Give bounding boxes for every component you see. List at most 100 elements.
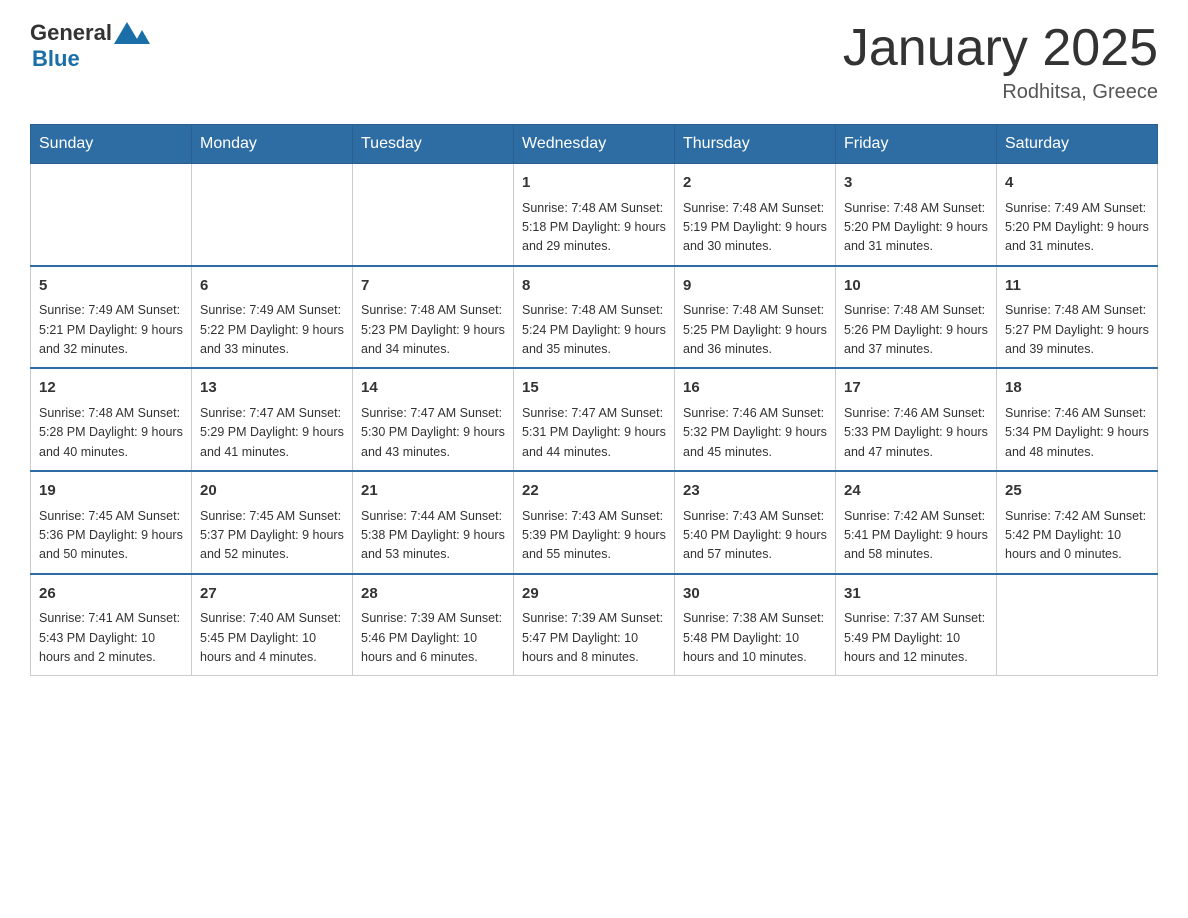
day-info: Sunrise: 7:47 AM Sunset: 5:29 PM Dayligh… <box>200 404 344 462</box>
day-number: 3 <box>844 172 988 195</box>
day-info: Sunrise: 7:49 AM Sunset: 5:21 PM Dayligh… <box>39 301 183 359</box>
day-info: Sunrise: 7:42 AM Sunset: 5:42 PM Dayligh… <box>1005 507 1149 565</box>
day-number: 9 <box>683 275 827 298</box>
calendar-day-cell: 15 Sunrise: 7:47 AM Sunset: 5:31 PM Dayli… <box>514 368 675 471</box>
calendar-day-cell: 29 Sunrise: 7:39 AM Sunset: 5:47 PM Dayli… <box>514 574 675 676</box>
calendar-week-row: 5 Sunrise: 7:49 AM Sunset: 5:21 PM Daylig… <box>31 266 1158 369</box>
day-info: Sunrise: 7:43 AM Sunset: 5:39 PM Dayligh… <box>522 507 666 565</box>
calendar-day-cell: 3Sunrise: 7:48 AM Sunset: 5:20 PM Daylig… <box>836 164 997 266</box>
day-number: 21 <box>361 480 505 503</box>
day-info: Sunrise: 7:41 AM Sunset: 5:43 PM Dayligh… <box>39 609 183 667</box>
calendar-day-cell: 12Sunrise: 7:48 AM Sunset: 5:28 PM Dayli… <box>31 368 192 471</box>
calendar-day-header: Tuesday <box>353 125 514 164</box>
day-number: 23 <box>683 480 827 503</box>
calendar-day-cell: 1Sunrise: 7:48 AM Sunset: 5:18 PM Daylig… <box>514 164 675 266</box>
day-number: 7 <box>361 275 505 298</box>
day-info: Sunrise: 7:49 AM Sunset: 5:22 PM Dayligh… <box>200 301 344 359</box>
calendar-day-cell <box>31 164 192 266</box>
day-number: 28 <box>361 583 505 606</box>
calendar-day-cell: 2 Sunrise: 7:48 AM Sunset: 5:19 PM Daylig… <box>675 164 836 266</box>
day-info: Sunrise: 7:40 AM Sunset: 5:45 PM Dayligh… <box>200 609 344 667</box>
day-number: 16 <box>683 377 827 400</box>
day-info: Sunrise: 7:46 AM Sunset: 5:34 PM Dayligh… <box>1005 404 1149 462</box>
calendar-week-row: 26Sunrise: 7:41 AM Sunset: 5:43 PM Dayli… <box>31 574 1158 676</box>
logo-text-general: General <box>30 20 112 46</box>
calendar-day-cell: 11 Sunrise: 7:48 AM Sunset: 5:27 PM Dayli… <box>997 266 1158 369</box>
page-header: General Blue January 2025 Rodhitsa, Gree… <box>30 20 1158 104</box>
day-info: Sunrise: 7:39 AM Sunset: 5:46 PM Dayligh… <box>361 609 505 667</box>
day-info: Sunrise: 7:49 AM Sunset: 5:20 PM Dayligh… <box>1005 199 1149 257</box>
day-number: 13 <box>200 377 344 400</box>
day-info: Sunrise: 7:48 AM Sunset: 5:28 PM Dayligh… <box>39 404 183 462</box>
day-info: Sunrise: 7:48 AM Sunset: 5:24 PM Dayligh… <box>522 301 666 359</box>
day-info: Sunrise: 7:46 AM Sunset: 5:33 PM Dayligh… <box>844 404 988 462</box>
day-number: 15 <box>522 377 666 400</box>
calendar-day-cell: 23 Sunrise: 7:43 AM Sunset: 5:40 PM Dayli… <box>675 471 836 574</box>
day-number: 24 <box>844 480 988 503</box>
day-number: 31 <box>844 583 988 606</box>
day-info: Sunrise: 7:48 AM Sunset: 5:27 PM Dayligh… <box>1005 301 1149 359</box>
calendar-day-cell: 28 Sunrise: 7:39 AM Sunset: 5:46 PM Dayli… <box>353 574 514 676</box>
calendar-day-header: Monday <box>192 125 353 164</box>
logo-text-blue: Blue <box>32 46 80 71</box>
day-number: 30 <box>683 583 827 606</box>
calendar-header-row: SundayMondayTuesdayWednesdayThursdayFrid… <box>31 125 1158 164</box>
day-number: 10 <box>844 275 988 298</box>
day-info: Sunrise: 7:45 AM Sunset: 5:36 PM Dayligh… <box>39 507 183 565</box>
day-info: Sunrise: 7:48 AM Sunset: 5:25 PM Dayligh… <box>683 301 827 359</box>
calendar-week-row: 19 Sunrise: 7:45 AM Sunset: 5:36 PM Dayli… <box>31 471 1158 574</box>
logo-triangle-small-icon <box>134 30 150 44</box>
calendar-day-cell: 8Sunrise: 7:48 AM Sunset: 5:24 PM Daylig… <box>514 266 675 369</box>
day-number: 2 <box>683 172 827 195</box>
day-info: Sunrise: 7:39 AM Sunset: 5:47 PM Dayligh… <box>522 609 666 667</box>
day-number: 5 <box>39 275 183 298</box>
logo: General Blue <box>30 20 152 72</box>
day-info: Sunrise: 7:47 AM Sunset: 5:31 PM Dayligh… <box>522 404 666 462</box>
calendar-day-cell: 24 Sunrise: 7:42 AM Sunset: 5:41 PM Dayli… <box>836 471 997 574</box>
day-info: Sunrise: 7:47 AM Sunset: 5:30 PM Dayligh… <box>361 404 505 462</box>
day-info: Sunrise: 7:42 AM Sunset: 5:41 PM Dayligh… <box>844 507 988 565</box>
day-info: Sunrise: 7:48 AM Sunset: 5:26 PM Dayligh… <box>844 301 988 359</box>
calendar-day-cell: 30 Sunrise: 7:38 AM Sunset: 5:48 PM Dayli… <box>675 574 836 676</box>
day-info: Sunrise: 7:46 AM Sunset: 5:32 PM Dayligh… <box>683 404 827 462</box>
day-number: 4 <box>1005 172 1149 195</box>
calendar-day-cell <box>997 574 1158 676</box>
calendar-day-header: Friday <box>836 125 997 164</box>
calendar-day-cell: 20Sunrise: 7:45 AM Sunset: 5:37 PM Dayli… <box>192 471 353 574</box>
calendar-day-cell: 17Sunrise: 7:46 AM Sunset: 5:33 PM Dayli… <box>836 368 997 471</box>
day-info: Sunrise: 7:48 AM Sunset: 5:19 PM Dayligh… <box>683 199 827 257</box>
calendar-day-cell: 19 Sunrise: 7:45 AM Sunset: 5:36 PM Dayli… <box>31 471 192 574</box>
calendar-week-row: 12Sunrise: 7:48 AM Sunset: 5:28 PM Dayli… <box>31 368 1158 471</box>
calendar-day-cell: 22 Sunrise: 7:43 AM Sunset: 5:39 PM Dayli… <box>514 471 675 574</box>
day-number: 6 <box>200 275 344 298</box>
calendar-day-cell: 14 Sunrise: 7:47 AM Sunset: 5:30 PM Dayli… <box>353 368 514 471</box>
calendar-day-cell: 7Sunrise: 7:48 AM Sunset: 5:23 PM Daylig… <box>353 266 514 369</box>
day-info: Sunrise: 7:43 AM Sunset: 5:40 PM Dayligh… <box>683 507 827 565</box>
day-info: Sunrise: 7:44 AM Sunset: 5:38 PM Dayligh… <box>361 507 505 565</box>
day-number: 27 <box>200 583 344 606</box>
page-title: January 2025 <box>843 20 1158 77</box>
day-number: 22 <box>522 480 666 503</box>
day-number: 25 <box>1005 480 1149 503</box>
calendar-day-header: Thursday <box>675 125 836 164</box>
calendar-day-cell: 26Sunrise: 7:41 AM Sunset: 5:43 PM Dayli… <box>31 574 192 676</box>
day-number: 14 <box>361 377 505 400</box>
day-info: Sunrise: 7:38 AM Sunset: 5:48 PM Dayligh… <box>683 609 827 667</box>
day-info: Sunrise: 7:37 AM Sunset: 5:49 PM Dayligh… <box>844 609 988 667</box>
calendar-day-cell: 21 Sunrise: 7:44 AM Sunset: 5:38 PM Dayli… <box>353 471 514 574</box>
day-number: 29 <box>522 583 666 606</box>
calendar-day-cell <box>353 164 514 266</box>
day-number: 19 <box>39 480 183 503</box>
day-number: 11 <box>1005 275 1149 298</box>
calendar-day-cell: 16 Sunrise: 7:46 AM Sunset: 5:32 PM Dayli… <box>675 368 836 471</box>
day-number: 18 <box>1005 377 1149 400</box>
calendar-day-cell: 25 Sunrise: 7:42 AM Sunset: 5:42 PM Dayli… <box>997 471 1158 574</box>
calendar-day-cell: 9 Sunrise: 7:48 AM Sunset: 5:25 PM Daylig… <box>675 266 836 369</box>
title-block: January 2025 Rodhitsa, Greece <box>843 20 1158 104</box>
calendar-day-header: Sunday <box>31 125 192 164</box>
calendar-day-cell: 31 Sunrise: 7:37 AM Sunset: 5:49 PM Dayli… <box>836 574 997 676</box>
calendar-day-cell: 10 Sunrise: 7:48 AM Sunset: 5:26 PM Dayli… <box>836 266 997 369</box>
calendar-day-cell: 5 Sunrise: 7:49 AM Sunset: 5:21 PM Daylig… <box>31 266 192 369</box>
calendar-day-header: Saturday <box>997 125 1158 164</box>
calendar-table: SundayMondayTuesdayWednesdayThursdayFrid… <box>30 124 1158 676</box>
